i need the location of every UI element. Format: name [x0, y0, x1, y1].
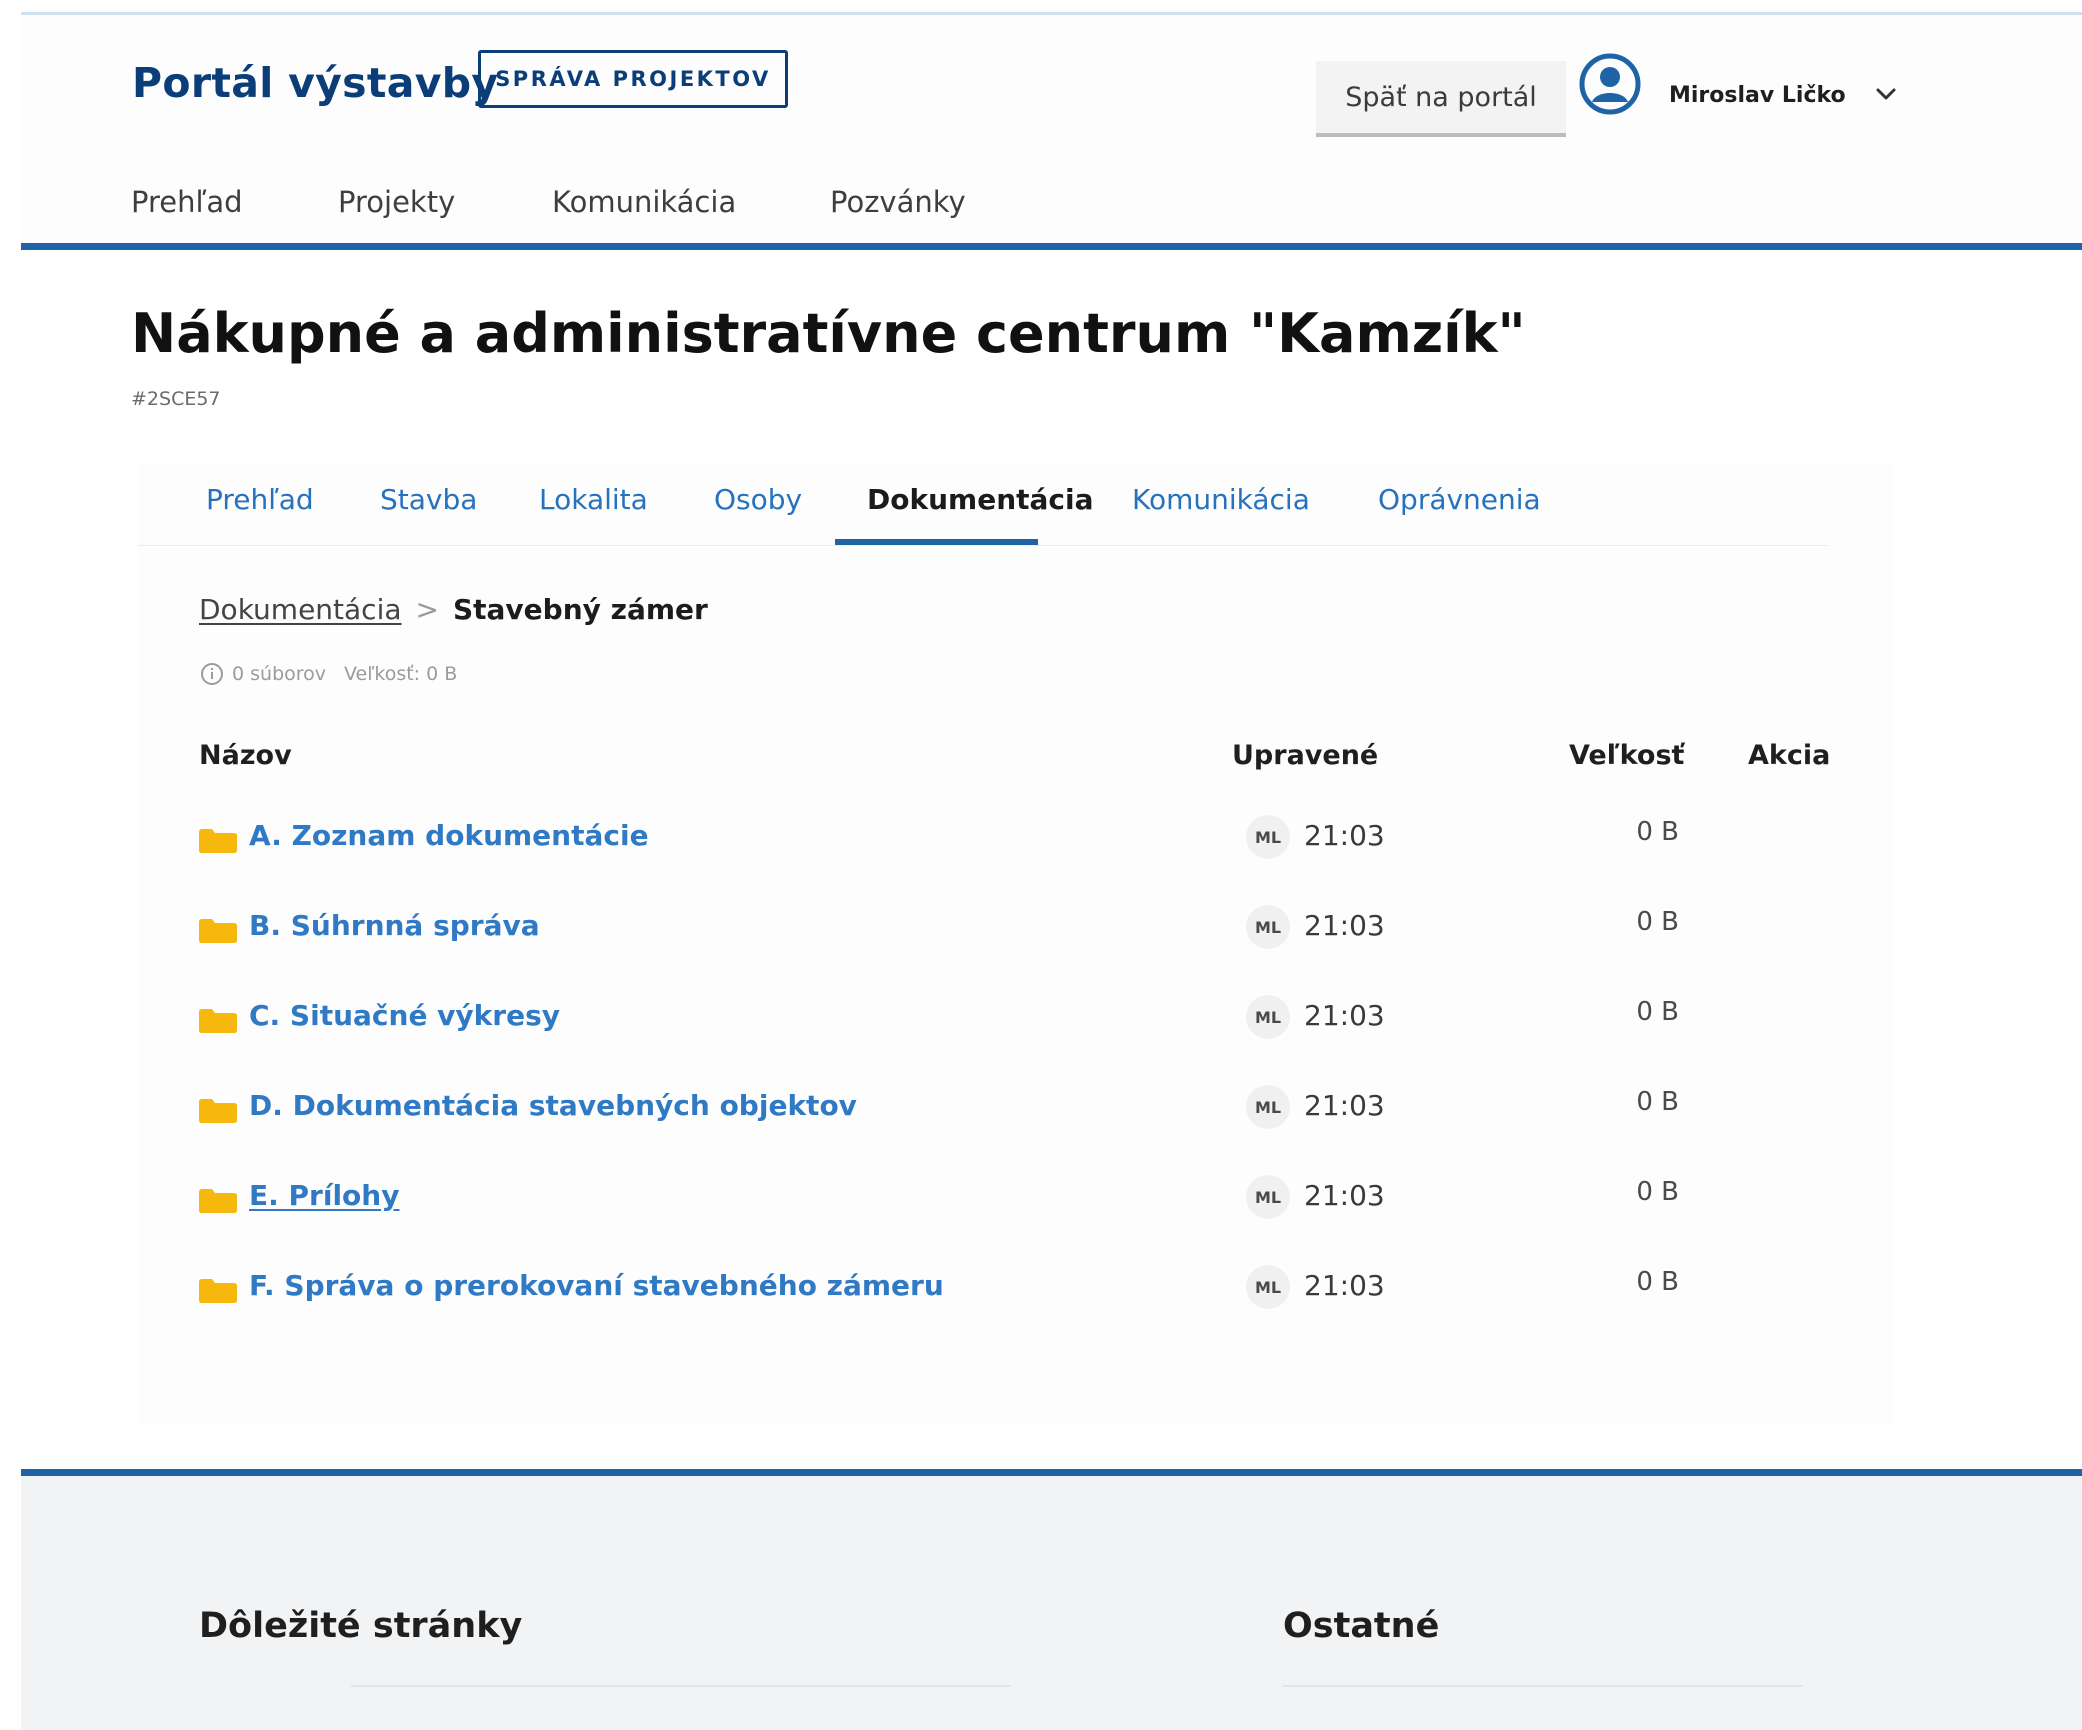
section-badge: SPRÁVA PROJEKTOV — [478, 50, 788, 108]
footer-heading-important: Dôležité stránky — [199, 1606, 523, 1646]
breadcrumb-current: Stavebný zámer — [452, 593, 708, 626]
footer-heading-other: Ostatné — [1283, 1606, 1440, 1646]
site-footer: Dôležité stránky Ostatné — [21, 1476, 2082, 1730]
avatar: ML — [1246, 1265, 1290, 1309]
file-size: 0 B — [1636, 1177, 1679, 1207]
folder-icon — [199, 829, 237, 853]
info-icon — [201, 663, 223, 685]
page-title: Nákupné a administratívne centrum "Kamzí… — [131, 302, 1526, 365]
tab-documentation[interactable]: Dokumentácia — [867, 483, 1094, 516]
folder-stats: 0 súborov Veľkosť: 0 B — [200, 662, 457, 686]
tab-overview[interactable]: Prehľad — [206, 483, 314, 516]
chevron-down-icon[interactable] — [1871, 79, 1901, 109]
folder-icon — [199, 1279, 237, 1303]
avatar: ML — [1246, 815, 1290, 859]
file-count: 0 súborov — [232, 663, 327, 685]
folder-link[interactable]: C. Situačné výkresy — [249, 999, 560, 1032]
nav-item-overview[interactable]: Prehľad — [131, 185, 243, 219]
site-header: Portál výstavby SPRÁVA PROJEKTOV Späť na… — [21, 15, 2082, 245]
avatar: ML — [1246, 995, 1290, 1039]
column-header-modified[interactable]: Upravené — [1232, 740, 1378, 771]
avatar: ML — [1246, 905, 1290, 949]
folder-link[interactable]: B. Súhrnná správa — [249, 909, 540, 942]
back-to-portal-button[interactable]: Späť na portál — [1316, 61, 1566, 137]
table-row[interactable]: C. Situačné výkresy ML 21:03 0 B — [199, 995, 1839, 1065]
column-header-size[interactable]: Veľkosť — [1569, 740, 1684, 771]
column-header-name[interactable]: Názov — [199, 740, 292, 771]
folder-link[interactable]: A. Zoznam dokumentácie — [249, 819, 649, 852]
column-header-action: Akcia — [1748, 740, 1831, 771]
file-size: 0 B — [1636, 997, 1679, 1027]
breadcrumb-separator: > — [415, 593, 439, 626]
total-size: Veľkosť: 0 B — [344, 663, 458, 685]
file-size: 0 B — [1636, 1087, 1679, 1117]
folder-icon — [199, 1009, 237, 1033]
tab-construction[interactable]: Stavba — [380, 483, 477, 516]
folder-link[interactable]: D. Dokumentácia stavebných objektov — [249, 1089, 857, 1122]
table-row[interactable]: B. Súhrnná správa ML 21:03 0 B — [199, 905, 1839, 975]
breadcrumb: Dokumentácia > Stavebný zámer — [199, 593, 708, 626]
file-size: 0 B — [1636, 817, 1679, 847]
nav-item-invitations[interactable]: Pozvánky — [830, 185, 966, 219]
table-row[interactable]: A. Zoznam dokumentácie ML 21:03 0 B — [199, 815, 1839, 885]
nav-item-projects[interactable]: Projekty — [338, 185, 455, 219]
project-id: #2SCE57 — [131, 388, 221, 410]
tab-permissions[interactable]: Oprávnenia — [1378, 483, 1541, 516]
footer-divider-line — [1283, 1685, 1803, 1687]
table-row[interactable]: E. Prílohy ML 21:03 0 B — [199, 1175, 1839, 1245]
tab-location[interactable]: Lokalita — [539, 483, 648, 516]
site-logo[interactable]: Portál výstavby — [132, 59, 498, 107]
folder-link[interactable]: E. Prílohy — [249, 1179, 399, 1212]
folder-icon — [199, 1099, 237, 1123]
footer-divider — [21, 1469, 2082, 1476]
footer-divider-line — [351, 1685, 1011, 1687]
nav-item-communication[interactable]: Komunikácia — [552, 185, 736, 219]
file-size: 0 B — [1636, 1267, 1679, 1297]
tab-communication[interactable]: Komunikácia — [1132, 483, 1310, 516]
breadcrumb-documentation-link[interactable]: Dokumentácia — [199, 593, 402, 626]
active-tab-indicator — [835, 539, 1038, 545]
folder-icon — [199, 919, 237, 943]
table-row[interactable]: F. Správa o prerokovaní stavebného zámer… — [199, 1265, 1839, 1335]
avatar: ML — [1246, 1175, 1290, 1219]
table-row[interactable]: D. Dokumentácia stavebných objektov ML 2… — [199, 1085, 1839, 1155]
project-card: Prehľad Stavba Lokalita Osoby Dokumentác… — [138, 465, 1894, 1425]
avatar: ML — [1246, 1085, 1290, 1129]
user-name[interactable]: Miroslav Ličko — [1669, 83, 1846, 108]
user-circle-icon[interactable] — [1579, 53, 1641, 115]
folder-link[interactable]: F. Správa o prerokovaní stavebného zámer… — [249, 1269, 944, 1302]
project-tabs: Prehľad Stavba Lokalita Osoby Dokumentác… — [138, 465, 1828, 546]
folder-icon — [199, 1189, 237, 1213]
tab-persons[interactable]: Osoby — [714, 483, 802, 516]
file-size: 0 B — [1636, 907, 1679, 937]
header-divider — [21, 243, 2082, 250]
